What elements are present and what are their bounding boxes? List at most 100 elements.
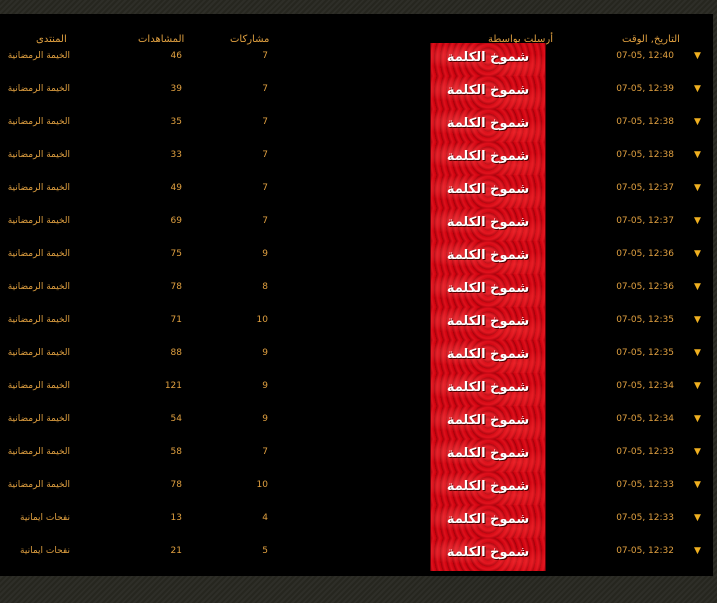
posts-count[interactable]: 7 bbox=[240, 447, 268, 457]
posts-count[interactable]: 4 bbox=[240, 513, 268, 523]
sender-signature-image[interactable]: شموخ الكلمة bbox=[430, 76, 546, 109]
posts-count[interactable]: 9 bbox=[240, 249, 268, 259]
sender-signature-image[interactable]: شموخ الكلمة bbox=[430, 274, 546, 307]
triangle-down-icon[interactable]: ▼ bbox=[694, 315, 701, 325]
triangle-down-icon[interactable]: ▼ bbox=[694, 513, 701, 523]
post-time[interactable]: 07-05, 12:34 bbox=[612, 381, 674, 391]
post-time[interactable]: 07-05, 12:35 bbox=[612, 315, 674, 325]
sender-signature-image[interactable]: شموخ الكلمة bbox=[430, 142, 546, 175]
post-time[interactable]: 07-05, 12:39 bbox=[612, 84, 674, 94]
sender-signature-image[interactable]: شموخ الكلمة bbox=[430, 307, 546, 340]
table-row: ▼ 07-05, 12:32 شموخ الكلمة 5 21 نفحات ايمانية bbox=[0, 538, 713, 571]
table-row: ▼ 07-05, 12:34 شموخ الكلمة 9 54 الخيمة الرمضا… bbox=[0, 406, 713, 439]
posts-count[interactable]: 7 bbox=[240, 150, 268, 160]
forum-link[interactable]: الخيمة الرمضانية bbox=[0, 447, 70, 457]
triangle-down-icon[interactable]: ▼ bbox=[694, 348, 701, 358]
posts-count[interactable]: 7 bbox=[240, 216, 268, 226]
sender-signature-image[interactable]: شموخ الكلمة bbox=[430, 109, 546, 142]
triangle-down-icon[interactable]: ▼ bbox=[694, 150, 701, 160]
forum-link[interactable]: الخيمة الرمضانية bbox=[0, 348, 70, 358]
forum-link[interactable]: الخيمة الرمضانية bbox=[0, 216, 70, 226]
sender-name: شموخ الكلمة bbox=[446, 116, 530, 131]
forum-link[interactable]: الخيمة الرمضانية bbox=[0, 150, 70, 160]
post-time[interactable]: 07-05, 12:36 bbox=[612, 282, 674, 292]
posts-count[interactable]: 9 bbox=[240, 414, 268, 424]
forum-link[interactable]: الخيمة الرمضانية bbox=[0, 117, 70, 127]
sender-signature-image[interactable]: شموخ الكلمة bbox=[430, 538, 546, 571]
triangle-down-icon[interactable]: ▼ bbox=[694, 447, 701, 457]
triangle-down-icon[interactable]: ▼ bbox=[694, 84, 701, 94]
sender-name: شموخ الكلمة bbox=[446, 248, 530, 263]
forum-link[interactable]: الخيمة الرمضانية bbox=[0, 315, 70, 325]
sender-signature-image[interactable]: شموخ الكلمة bbox=[430, 406, 546, 439]
sender-signature-image[interactable]: شموخ الكلمة bbox=[430, 439, 546, 472]
sender-signature-image[interactable]: شموخ الكلمة bbox=[430, 175, 546, 208]
forum-link[interactable]: نفحات ايمانية bbox=[0, 513, 70, 523]
table-row: ▼ 07-05, 12:37 شموخ الكلمة 7 49 الخيمة الرمضا… bbox=[0, 175, 713, 208]
table-row: ▼ 07-05, 12:33 شموخ الكلمة 7 58 الخيمة الرمضا… bbox=[0, 439, 713, 472]
post-time[interactable]: 07-05, 12:38 bbox=[612, 117, 674, 127]
post-time[interactable]: 07-05, 12:36 bbox=[612, 249, 674, 259]
triangle-down-icon[interactable]: ▼ bbox=[694, 183, 701, 193]
triangle-down-icon[interactable]: ▼ bbox=[694, 51, 701, 61]
post-time[interactable]: 07-05, 12:37 bbox=[612, 183, 674, 193]
posts-count[interactable]: 7 bbox=[240, 183, 268, 193]
forum-link[interactable]: الخيمة الرمضانية bbox=[0, 414, 70, 424]
posts-count[interactable]: 7 bbox=[240, 84, 268, 94]
post-time[interactable]: 07-05, 12:35 bbox=[612, 348, 674, 358]
post-time[interactable]: 07-05, 12:33 bbox=[612, 480, 674, 490]
triangle-down-icon[interactable]: ▼ bbox=[694, 216, 701, 226]
views-count: 54 bbox=[170, 414, 182, 424]
sender-name: شموخ الكلمة bbox=[446, 545, 530, 560]
post-time[interactable]: 07-05, 12:38 bbox=[612, 150, 674, 160]
post-time[interactable]: 07-05, 12:33 bbox=[612, 513, 674, 523]
table-row: ▼ 07-05, 12:37 شموخ الكلمة 7 69 الخيمة الرمضا… bbox=[0, 208, 713, 241]
triangle-down-icon[interactable]: ▼ bbox=[694, 546, 701, 556]
forum-link[interactable]: نفحات ايمانية bbox=[0, 546, 70, 556]
views-count: 69 bbox=[170, 216, 182, 226]
forum-link[interactable]: الخيمة الرمضانية bbox=[0, 249, 70, 259]
sender-name: شموخ الكلمة bbox=[446, 182, 530, 197]
forum-link[interactable]: الخيمة الرمضانية bbox=[0, 183, 70, 193]
triangle-down-icon[interactable]: ▼ bbox=[694, 249, 701, 259]
sender-signature-image[interactable]: شموخ الكلمة bbox=[430, 373, 546, 406]
views-count: 88 bbox=[170, 348, 182, 358]
forum-link[interactable]: الخيمة الرمضانية bbox=[0, 282, 70, 292]
forum-link[interactable]: الخيمة الرمضانية bbox=[0, 84, 70, 94]
sender-name: شموخ الكلمة bbox=[446, 215, 530, 230]
posts-count[interactable]: 7 bbox=[240, 51, 268, 61]
forum-link[interactable]: الخيمة الرمضانية bbox=[0, 381, 70, 391]
posts-count[interactable]: 9 bbox=[240, 348, 268, 358]
triangle-down-icon[interactable]: ▼ bbox=[694, 117, 701, 127]
sender-name: شموخ الكلمة bbox=[446, 446, 530, 461]
views-count: 39 bbox=[170, 84, 182, 94]
forum-link[interactable]: الخيمة الرمضانية bbox=[0, 51, 70, 61]
posts-count[interactable]: 7 bbox=[240, 117, 268, 127]
forum-link[interactable]: الخيمة الرمضانية bbox=[0, 480, 70, 490]
triangle-down-icon[interactable]: ▼ bbox=[694, 414, 701, 424]
sender-name: شموخ الكلمة bbox=[446, 281, 530, 296]
post-time[interactable]: 07-05, 12:37 bbox=[612, 216, 674, 226]
sender-signature-image[interactable]: شموخ الكلمة bbox=[430, 505, 546, 538]
views-count: 33 bbox=[170, 150, 182, 160]
sender-signature-image[interactable]: شموخ الكلمة bbox=[430, 43, 546, 76]
sender-signature-image[interactable]: شموخ الكلمة bbox=[430, 208, 546, 241]
post-time[interactable]: 07-05, 12:40 bbox=[612, 51, 674, 61]
sender-name: شموخ الكلمة bbox=[446, 413, 530, 428]
triangle-down-icon[interactable]: ▼ bbox=[694, 381, 701, 391]
sender-signature-image[interactable]: شموخ الكلمة bbox=[430, 340, 546, 373]
post-time[interactable]: 07-05, 12:34 bbox=[612, 414, 674, 424]
posts-count[interactable]: 10 bbox=[240, 480, 268, 490]
triangle-down-icon[interactable]: ▼ bbox=[694, 480, 701, 490]
triangle-down-icon[interactable]: ▼ bbox=[694, 282, 701, 292]
posts-count[interactable]: 9 bbox=[240, 381, 268, 391]
post-time[interactable]: 07-05, 12:33 bbox=[612, 447, 674, 457]
posts-count[interactable]: 10 bbox=[240, 315, 268, 325]
posts-count[interactable]: 5 bbox=[240, 546, 268, 556]
post-time[interactable]: 07-05, 12:32 bbox=[612, 546, 674, 556]
sender-signature-image[interactable]: شموخ الكلمة bbox=[430, 241, 546, 274]
views-count: 13 bbox=[170, 513, 182, 523]
posts-count[interactable]: 8 bbox=[240, 282, 268, 292]
table-row: ▼ 07-05, 12:36 شموخ الكلمة 8 78 الخيمة الرمضا… bbox=[0, 274, 713, 307]
sender-signature-image[interactable]: شموخ الكلمة bbox=[430, 472, 546, 505]
